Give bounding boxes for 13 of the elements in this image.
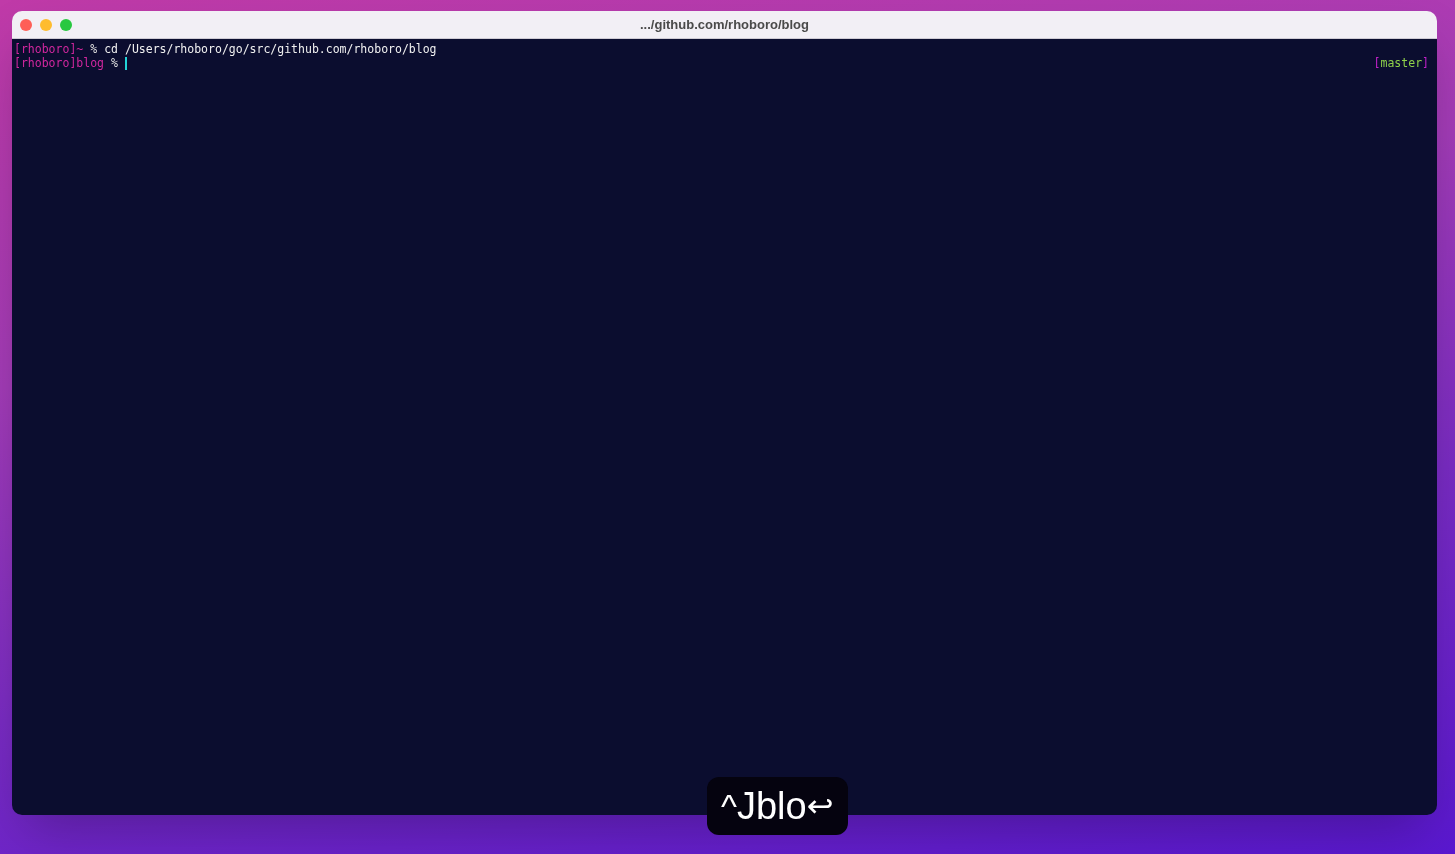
command-text: cd /Users/rhoboro/go/src/github.com/rhoboro/blog [104, 42, 437, 56]
return-key: ↩ [806, 790, 834, 822]
prompt-symbol: % [90, 42, 98, 56]
prompt: [rhoboro]blog [14, 56, 104, 70]
zoom-button[interactable] [60, 19, 72, 31]
prompt: [rhoboro]~ [14, 42, 84, 56]
minimize-button[interactable] [40, 19, 52, 31]
prompt-symbol: % [111, 56, 118, 70]
typed-keys: Jblo [736, 787, 807, 825]
window-title: .../github.com/rhoboro/blog [640, 15, 809, 34]
control-key: ^ [721, 789, 737, 823]
close-button[interactable] [20, 19, 32, 31]
git-branch: [master] [1373, 56, 1429, 70]
